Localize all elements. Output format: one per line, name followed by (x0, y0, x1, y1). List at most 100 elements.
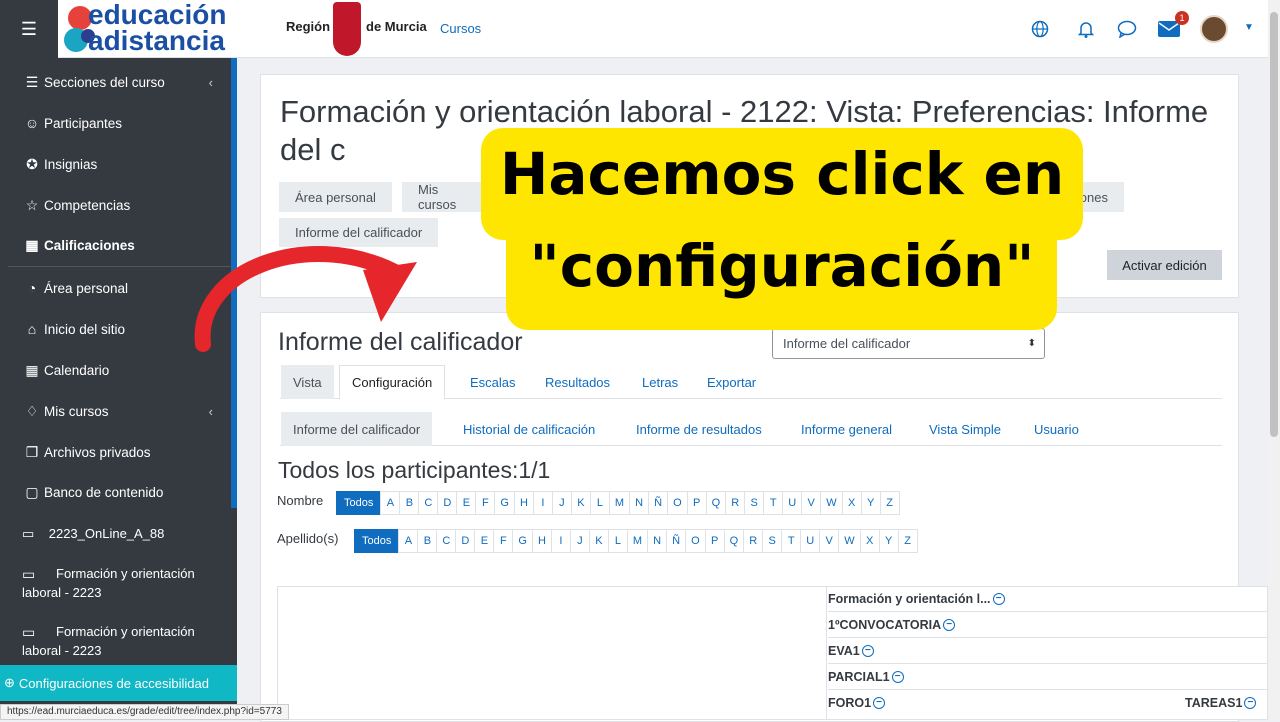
letter-button[interactable]: Z (879, 491, 900, 515)
letter-button[interactable]: J (551, 491, 572, 515)
sidebar-folder[interactable]: ▭ 2223_OnLine_A_88 (22, 524, 222, 543)
letter-button[interactable]: Y (860, 491, 881, 515)
subtab-vista-simple[interactable]: Vista Simple (917, 412, 1013, 446)
letter-button[interactable]: T (763, 491, 784, 515)
letter-button[interactable]: S (744, 491, 765, 515)
letter-button[interactable]: T (781, 529, 802, 553)
letter-button[interactable]: N (647, 529, 668, 553)
letter-button[interactable]: R (725, 491, 746, 515)
letter-all-button[interactable]: Todos (336, 491, 382, 515)
tab-vista[interactable]: Vista (281, 365, 334, 399)
tab-escalas[interactable]: Escalas (458, 365, 528, 399)
letter-button[interactable]: U (800, 529, 821, 553)
letter-button[interactable]: P (686, 491, 707, 515)
letter-button[interactable]: R (743, 529, 764, 553)
sidebar-item-banco[interactable]: ▢ Banco de contenido (0, 472, 231, 512)
sidebar-folder[interactable]: Formación y orientación laboral - 2223 (22, 564, 222, 602)
letter-button[interactable]: O (667, 491, 688, 515)
letter-button[interactable]: E (456, 491, 477, 515)
avatar[interactable] (1200, 15, 1228, 43)
letter-button[interactable]: C (418, 491, 439, 515)
globe-icon[interactable] (1028, 16, 1052, 42)
bell-icon[interactable] (1074, 16, 1098, 42)
sidebar-item-competencias[interactable]: ☆ Competencias (0, 185, 231, 225)
letter-button[interactable]: F (493, 529, 514, 553)
breadcrumb-item[interactable]: Mis cursos (402, 182, 484, 212)
letter-button[interactable]: W (838, 529, 861, 553)
sidebar-item-secciones[interactable]: ☰ Secciones del curso ‹ (0, 62, 231, 102)
letter-button[interactable]: Q (705, 491, 727, 515)
letter-button[interactable]: L (607, 529, 628, 553)
collapse-icon[interactable]: − (943, 618, 956, 631)
tab-exportar[interactable]: Exportar (695, 365, 768, 399)
collapse-icon[interactable]: − (992, 592, 1005, 605)
letter-button[interactable]: Ñ (666, 529, 687, 553)
letter-button[interactable]: J (569, 529, 590, 553)
sidebar-item-mis-cursos[interactable]: ♢ Mis cursos ‹ (0, 391, 231, 431)
chat-icon[interactable] (1114, 16, 1140, 42)
letter-button[interactable]: V (819, 529, 840, 553)
accessibility-settings-button[interactable]: ⊕ Configuraciones de accesibilidad (0, 665, 237, 701)
letter-button[interactable]: Z (897, 529, 918, 553)
subtab-informe-calificador[interactable]: Informe del calificador (281, 412, 433, 446)
subtab-resultados[interactable]: Informe de resultados (624, 412, 774, 446)
collapse-icon[interactable]: − (891, 670, 904, 683)
page-scrollbar-thumb[interactable] (1270, 12, 1278, 437)
page-scrollbar[interactable] (1268, 0, 1280, 720)
letter-button[interactable]: B (399, 491, 420, 515)
letter-button[interactable]: H (513, 491, 534, 515)
sidebar-item-archivos[interactable]: ❐ Archivos privados (0, 432, 231, 472)
menu-toggle-icon[interactable]: ☰ (0, 0, 58, 58)
letter-button[interactable]: D (437, 491, 458, 515)
tab-letras[interactable]: Letras (630, 365, 690, 399)
letter-button[interactable]: M (626, 529, 649, 553)
sidebar-folder[interactable]: Formación y orientación laboral - 2223 (22, 622, 222, 660)
letter-button[interactable]: F (475, 491, 496, 515)
letter-button[interactable]: O (685, 529, 706, 553)
chevron-down-icon[interactable]: ▼ (1244, 22, 1254, 33)
letter-button[interactable]: A (398, 529, 419, 553)
letter-button[interactable]: M (608, 491, 631, 515)
letter-button[interactable]: G (512, 529, 533, 553)
letter-button[interactable]: Y (878, 529, 899, 553)
collapse-icon[interactable]: − (861, 644, 874, 657)
collapse-icon[interactable]: − (873, 697, 886, 709)
letter-button[interactable]: H (531, 529, 552, 553)
letter-button[interactable]: X (859, 529, 880, 553)
letter-button[interactable]: K (588, 529, 609, 553)
sidebar-item-participantes[interactable]: ☺ Participantes (0, 103, 231, 143)
cursos-link[interactable]: Cursos (440, 21, 481, 36)
collapse-icon[interactable]: − (1244, 697, 1257, 709)
letter-button[interactable]: A (380, 491, 401, 515)
letter-button[interactable]: I (550, 529, 571, 553)
tab-resultados[interactable]: Resultados (533, 365, 622, 399)
subtab-usuario[interactable]: Usuario (1022, 412, 1091, 446)
subtab-historial[interactable]: Historial de calificación (451, 412, 607, 446)
letter-button[interactable]: B (417, 529, 438, 553)
letter-button[interactable]: I (532, 491, 553, 515)
letter-button[interactable]: S (762, 529, 783, 553)
letter-button[interactable]: D (455, 529, 476, 553)
subtab-informe-general[interactable]: Informe general (789, 412, 904, 446)
letter-button[interactable]: Q (723, 529, 745, 553)
breadcrumb-item[interactable]: Área personal (279, 182, 392, 212)
letter-button[interactable]: L (589, 491, 610, 515)
letter-button[interactable]: U (782, 491, 803, 515)
letter-button[interactable]: N (629, 491, 650, 515)
sidebar-item-calendario[interactable]: ▦ Calendario (0, 350, 231, 390)
letter-button[interactable]: P (704, 529, 725, 553)
edit-mode-button[interactable]: Activar edición (1107, 250, 1222, 280)
letter-button[interactable]: G (494, 491, 515, 515)
letter-button[interactable]: V (801, 491, 822, 515)
letter-button[interactable]: W (820, 491, 843, 515)
letter-button[interactable]: X (841, 491, 862, 515)
site-logo[interactable]: educación adistancia (88, 1, 226, 55)
report-select[interactable]: Informe del calificador ⬍ (772, 328, 1045, 359)
letter-button[interactable]: E (474, 529, 495, 553)
letter-all-button[interactable]: Todos (354, 529, 400, 553)
letter-button[interactable]: Ñ (648, 491, 669, 515)
tab-configuracion[interactable]: Configuración (339, 365, 446, 400)
sidebar-item-insignias[interactable]: ✪ Insignias (0, 144, 231, 184)
letter-button[interactable]: C (436, 529, 457, 553)
letter-button[interactable]: K (570, 491, 591, 515)
